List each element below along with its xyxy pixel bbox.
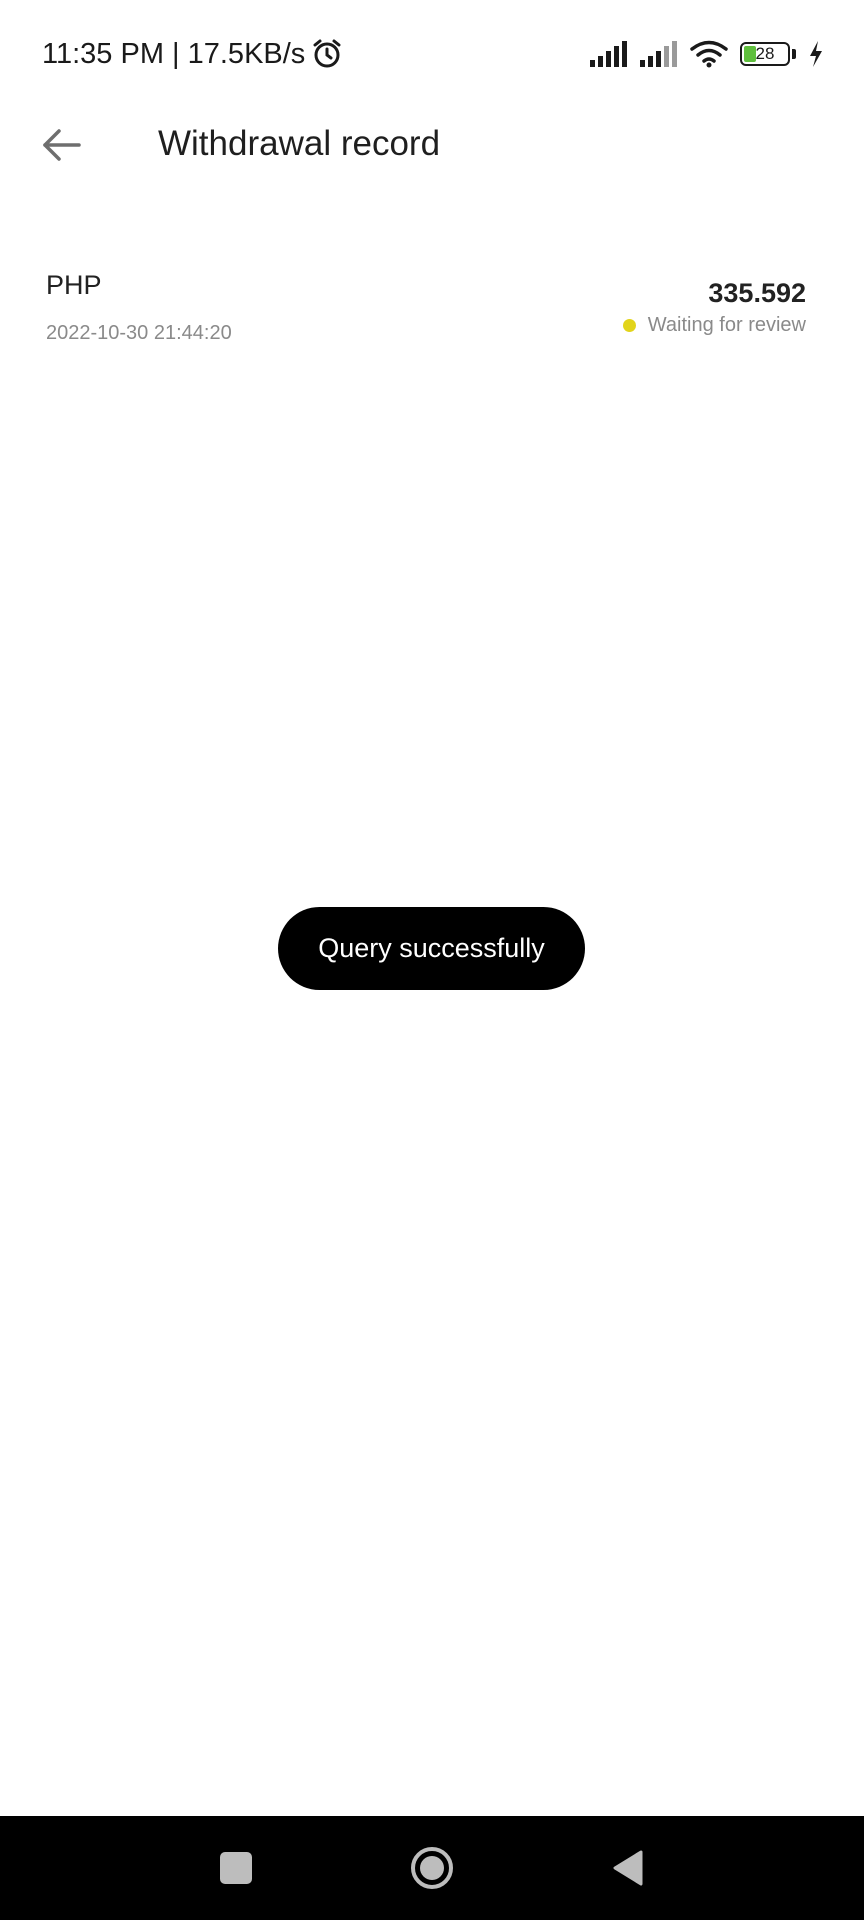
recent-apps-icon <box>220 1852 252 1884</box>
record-status: Waiting for review <box>622 314 806 337</box>
wifi-icon <box>690 40 728 68</box>
signal-icon <box>640 41 677 67</box>
charging-icon <box>810 41 822 67</box>
header: Withdrawal record <box>0 108 864 180</box>
status-right: 28 <box>590 36 824 72</box>
record-status-label: Waiting for review <box>647 314 806 336</box>
battery-icon: 28 <box>740 42 790 66</box>
status-left: 11:35 PM | 17.5KB/s <box>42 34 343 74</box>
navigation-bar <box>0 1816 864 1920</box>
home-icon <box>411 1847 453 1889</box>
home-button[interactable] <box>406 1842 458 1894</box>
page-title: Withdrawal record <box>158 124 441 163</box>
toast-message: Query successfully <box>318 933 545 963</box>
recent-apps-button[interactable] <box>210 1842 262 1894</box>
back-triangle-icon <box>613 1850 643 1886</box>
battery-fill <box>744 46 756 62</box>
status-bar: 11:35 PM | 17.5KB/s 28 <box>0 0 864 108</box>
arrow-left-icon <box>43 129 81 161</box>
record-currency: PHP <box>46 270 102 300</box>
status-time-speed: 11:35 PM | 17.5KB/s <box>42 37 306 70</box>
battery-level: 28 <box>755 44 775 63</box>
record-amount: 335.592 <box>708 278 806 308</box>
list-item[interactable]: PHP 2022-10-30 21:44:20 335.592 Waiting … <box>46 270 806 350</box>
alarm-icon <box>313 39 341 68</box>
signal-icon <box>590 41 627 67</box>
toast: Query successfully <box>278 907 585 990</box>
record-datetime: 2022-10-30 21:44:20 <box>46 322 232 344</box>
status-dot-icon <box>622 319 636 332</box>
back-button[interactable] <box>34 118 88 172</box>
back-nav-button[interactable] <box>602 1842 654 1894</box>
battery-tip <box>792 49 796 59</box>
